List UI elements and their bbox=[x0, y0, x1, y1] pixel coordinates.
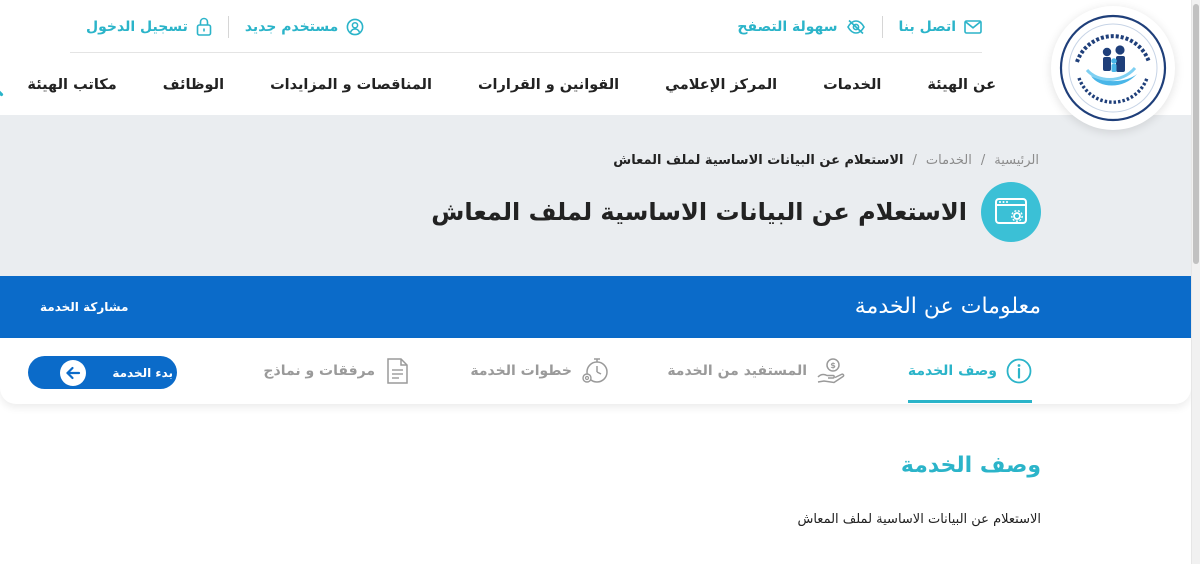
eye-slash-icon bbox=[846, 19, 865, 34]
search-icon bbox=[0, 90, 4, 97]
user-circle-icon bbox=[346, 18, 364, 35]
new-user-link[interactable]: مستخدم جديد bbox=[245, 18, 364, 36]
nav-item-offices[interactable]: مكاتب الهيئة bbox=[4, 77, 139, 93]
service-tabs: وصف الخدمة $ المستفيد من الخدمة خطوات ال bbox=[0, 338, 1191, 404]
document-icon bbox=[387, 358, 408, 384]
accessibility-link[interactable]: سهولة التصفح bbox=[737, 19, 865, 35]
breadcrumb-separator: / bbox=[912, 153, 917, 168]
tab-service-beneficiary-label: المستفيد من الخدمة bbox=[667, 363, 807, 379]
page-title: الاستعلام عن البيانات الاساسية لملف المع… bbox=[431, 198, 967, 226]
main-nav: عن الهيئة الخدمات المركز الإعلامي القوان… bbox=[0, 54, 996, 116]
organization-logo[interactable] bbox=[1051, 6, 1175, 130]
breadcrumb-separator: / bbox=[980, 153, 986, 168]
nav-item-media-center[interactable]: المركز الإعلامي bbox=[642, 77, 800, 93]
mail-icon bbox=[964, 19, 982, 34]
top-bar-divider bbox=[881, 15, 883, 38]
nav-item-laws[interactable]: القوانين و القرارات bbox=[455, 77, 642, 93]
tab-service-beneficiary[interactable]: $ المستفيد من الخدمة bbox=[667, 338, 846, 404]
nav-item-tenders[interactable]: المناقصات و المزايدات bbox=[247, 77, 455, 93]
contact-link-label: اتصل بنا bbox=[898, 18, 956, 35]
steps-icon bbox=[582, 358, 608, 383]
browser-settings-icon bbox=[995, 198, 1027, 224]
contact-link[interactable]: اتصل بنا bbox=[899, 19, 982, 35]
breadcrumb: الرئيسية / الخدمات / الاستعلام عن البيان… bbox=[613, 153, 1039, 168]
svg-text:$: $ bbox=[830, 361, 836, 370]
beneficiary-icon: $ bbox=[817, 358, 845, 384]
hero-title-row: الاستعلام عن البيانات الاساسية لملف المع… bbox=[431, 182, 1041, 242]
service-info-band: معلومات عن الخدمة مشاركة الخدمة bbox=[0, 276, 1191, 338]
organization-logo-emblem-icon bbox=[1059, 14, 1167, 122]
tab-service-steps-label: خطوات الخدمة bbox=[470, 363, 572, 379]
tab-service-description[interactable]: وصف الخدمة bbox=[907, 338, 1033, 404]
main-nav-items: عن الهيئة الخدمات المركز الإعلامي القوان… bbox=[4, 77, 996, 93]
tab-attachments-forms[interactable]: مرفقات و نماذج bbox=[263, 338, 410, 404]
tab-attachments-forms-label: مرفقات و نماذج bbox=[263, 363, 375, 379]
top-bar-divider bbox=[227, 15, 229, 38]
login-link-label: تسجيل الدخول bbox=[86, 18, 188, 35]
start-service-label: بدء الخدمة bbox=[112, 365, 173, 380]
accessibility-link-label: سهولة التصفح bbox=[737, 18, 838, 35]
site-header: اتصل بنا سهولة التصفح مستخدم جديد تسجيل … bbox=[0, 0, 1191, 130]
page-scrollbar[interactable] bbox=[1191, 0, 1200, 564]
start-service-button[interactable]: بدء الخدمة bbox=[28, 356, 177, 389]
breadcrumb-services[interactable]: الخدمات bbox=[926, 153, 972, 168]
login-link[interactable]: تسجيل الدخول bbox=[86, 17, 212, 36]
lock-icon bbox=[196, 17, 212, 36]
nav-item-about[interactable]: عن الهيئة bbox=[904, 77, 996, 93]
service-icon bbox=[981, 182, 1041, 242]
top-bar-left-links: مستخدم جديد تسجيل الدخول bbox=[86, 0, 364, 53]
top-bar: اتصل بنا سهولة التصفح مستخدم جديد تسجيل … bbox=[70, 0, 982, 53]
page: اتصل بنا سهولة التصفح مستخدم جديد تسجيل … bbox=[0, 0, 1200, 564]
new-user-link-label: مستخدم جديد bbox=[244, 18, 339, 35]
section-title: وصف الخدمة bbox=[900, 453, 1041, 478]
service-info-title: معلومات عن الخدمة bbox=[854, 294, 1041, 319]
breadcrumb-current: الاستعلام عن البيانات الاساسية لملف المع… bbox=[613, 153, 904, 168]
nav-item-services[interactable]: الخدمات bbox=[800, 77, 904, 93]
top-bar-right-links: اتصل بنا سهولة التصفح bbox=[737, 0, 982, 53]
nav-item-jobs[interactable]: الوظائف bbox=[140, 77, 247, 93]
section-description-text: الاستعلام عن البيانات الاساسية لملف المع… bbox=[797, 512, 1041, 527]
share-service-link[interactable]: مشاركة الخدمة bbox=[40, 276, 128, 338]
breadcrumb-home[interactable]: الرئيسية bbox=[994, 153, 1039, 168]
tab-service-description-label: وصف الخدمة bbox=[907, 363, 997, 379]
tab-service-steps[interactable]: خطوات الخدمة bbox=[470, 338, 611, 404]
page-hero: الرئيسية / الخدمات / الاستعلام عن البيان… bbox=[0, 115, 1191, 276]
search-button[interactable] bbox=[0, 70, 4, 100]
info-icon bbox=[1006, 358, 1032, 384]
arrow-left-icon bbox=[60, 359, 86, 386]
scrollbar-thumb[interactable] bbox=[1193, 4, 1199, 264]
